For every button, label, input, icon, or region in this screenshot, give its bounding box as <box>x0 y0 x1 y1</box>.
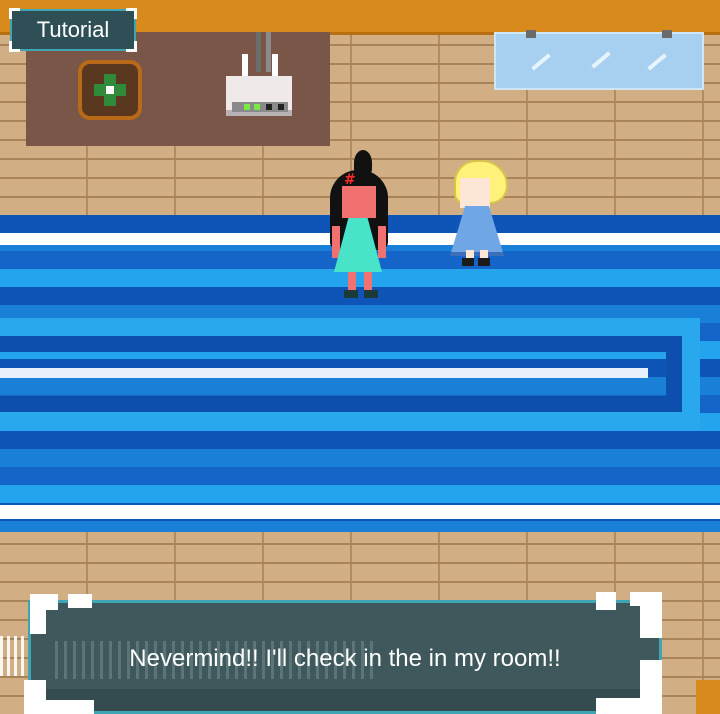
anger-mark-icon: # <box>344 172 356 188</box>
rug-center-line <box>0 368 648 378</box>
character-dark-haired-girl: # <box>322 150 394 302</box>
window <box>494 30 704 90</box>
wifi-router-icon <box>226 32 296 122</box>
dialogue-corner-tr3 <box>640 592 662 638</box>
potted-plant-icon <box>78 60 142 120</box>
tutorial-button-label: Tutorial <box>36 17 110 42</box>
character-blonde-girl <box>444 154 514 270</box>
dialogue-corner-bl2 <box>24 700 94 714</box>
game-scene: # Tutorial Nevermind!! I'll check in the… <box>0 0 720 714</box>
dialogue-box[interactable]: Nevermind!! I'll check in the in my room… <box>28 600 662 714</box>
dialogue-lower-band <box>31 689 659 711</box>
dialogue-corner-tr <box>596 592 616 610</box>
dialogue-corner-tl2 <box>30 594 46 634</box>
tutorial-button[interactable]: Tutorial <box>9 8 137 52</box>
dialogue-text: Nevermind!! I'll check in the in my room… <box>129 645 561 672</box>
dialogue-corner-tl3 <box>68 594 92 608</box>
dialogue-corner-br2 <box>596 698 662 714</box>
wall-trim-corner <box>696 680 720 714</box>
dialogue-edge-decoration <box>0 636 26 676</box>
